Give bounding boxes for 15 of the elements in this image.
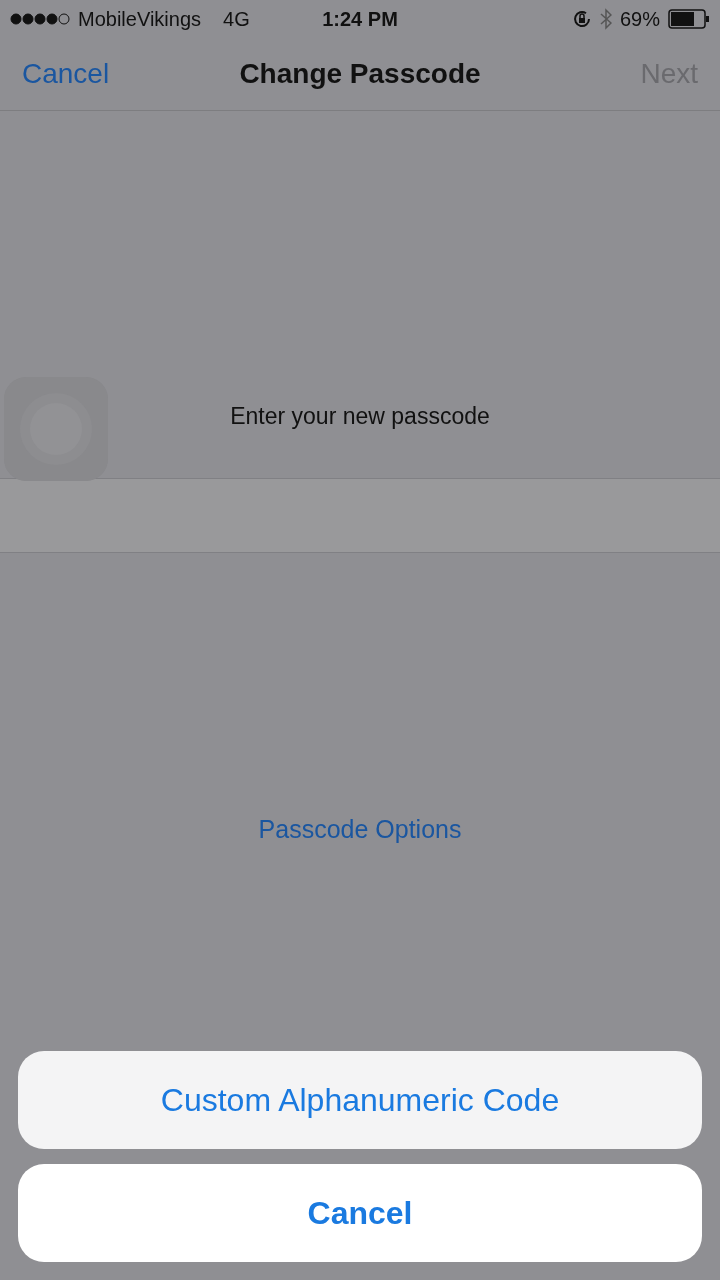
status-time: 1:24 PM <box>322 7 398 31</box>
action-button[interactable]: Custom Alphanumeric Code <box>18 1051 702 1149</box>
rotation-lock-icon <box>571 9 592 29</box>
battery-percentage: 69% <box>619 7 660 31</box>
passcode-field[interactable] <box>0 478 720 553</box>
passcode-options-link[interactable]: Passcode Options <box>258 815 462 844</box>
bluetooth-icon <box>599 8 612 30</box>
cancel-button[interactable]: Cancel <box>18 1164 702 1262</box>
signal-icon <box>10 13 70 25</box>
battery-icon <box>668 9 710 29</box>
carrier-name: MobileVikings <box>78 7 202 31</box>
screen-title: Change Passcode <box>239 58 481 89</box>
network-type: 4G <box>223 7 250 31</box>
cancel-button[interactable]: Cancel <box>22 58 110 90</box>
prompt-text: Enter your new passcode <box>230 403 490 431</box>
